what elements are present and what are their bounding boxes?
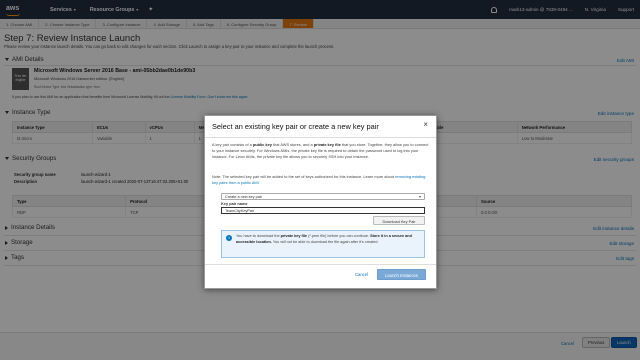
key-pair-note: Note: The selected key pair will be adde… xyxy=(212,174,429,186)
key-pair-name-input[interactable] xyxy=(221,207,425,214)
dialog-title: Select an existing key pair or create a … xyxy=(212,122,379,131)
close-icon[interactable]: × xyxy=(423,121,428,129)
download-key-pair-button[interactable]: Download Key Pair xyxy=(373,216,425,225)
key-pair-explanation: A key pair consists of a public key that… xyxy=(212,142,429,160)
info-text-part: (*.pem file) before you can continue. xyxy=(307,234,371,238)
chevron-down-icon xyxy=(419,195,421,198)
private-key-term: private key file xyxy=(313,142,341,147)
dialog-header: Select an existing key pair or create a … xyxy=(205,116,436,138)
select-value: Create a new key pair xyxy=(225,194,262,199)
download-info-box: i You have to download the private key f… xyxy=(221,230,425,258)
public-key-term: public key xyxy=(252,142,272,147)
key-pair-dialog: Select an existing key pair or create a … xyxy=(204,115,437,289)
key-pair-option-select[interactable]: Create a new key pair xyxy=(221,193,425,200)
dialog-cancel-button[interactable]: Cancel xyxy=(355,272,368,277)
explanation-text: A key pair consists of a xyxy=(212,142,253,147)
info-text: You have to download the private key fil… xyxy=(236,234,422,245)
note-text: Note: The selected key pair will be adde… xyxy=(212,174,395,179)
launch-instances-button[interactable]: Launch Instances xyxy=(377,269,426,280)
info-text-bold: private key file xyxy=(280,234,308,238)
info-icon: i xyxy=(226,235,232,241)
explanation-text: that AWS stores, and a xyxy=(271,142,314,147)
dialog-divider xyxy=(205,264,436,265)
info-text-part: You will not be able to download the fil… xyxy=(271,239,379,244)
info-text-part: You have to download the xyxy=(236,234,281,238)
key-pair-name-label: Key pair name xyxy=(221,201,248,206)
